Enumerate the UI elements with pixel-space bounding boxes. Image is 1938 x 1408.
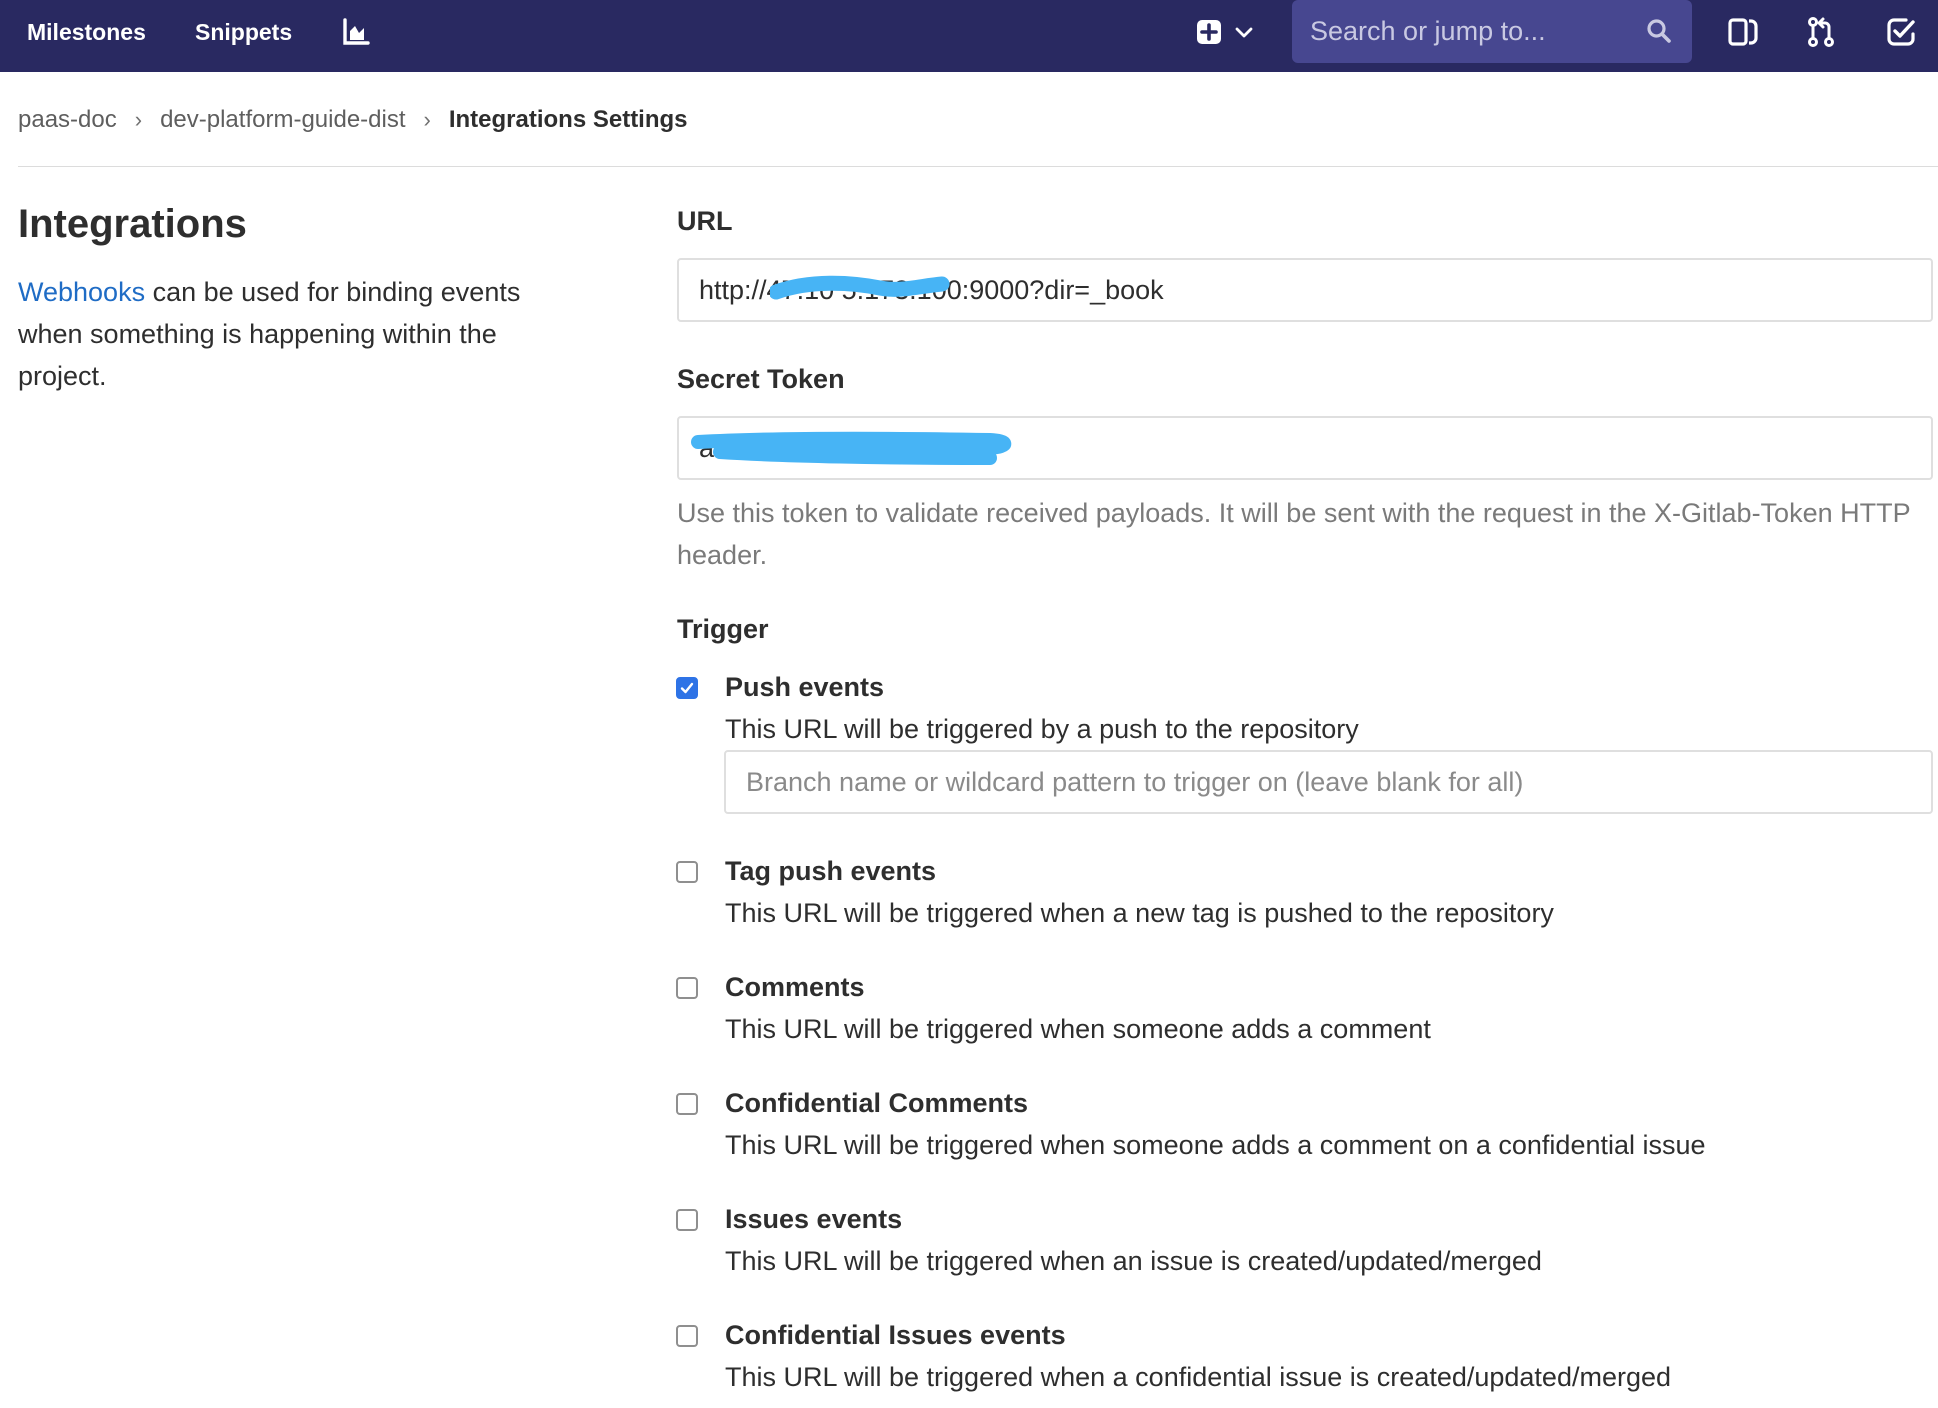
nav-link-snippets[interactable]: Snippets (195, 0, 292, 64)
webhooks-link[interactable]: Webhooks (18, 277, 145, 307)
search-input[interactable] (1292, 0, 1650, 63)
issues-events-checkbox[interactable] (676, 1209, 698, 1231)
tag-push-events-label[interactable]: Tag push events (725, 856, 936, 887)
tag-push-events-checkbox[interactable] (676, 861, 698, 883)
search-icon[interactable] (1646, 18, 1672, 49)
todo-check-icon[interactable] (1886, 17, 1916, 47)
chevron-down-icon[interactable] (1235, 27, 1253, 39)
confidential-issues-events-description: This URL will be triggered when a confid… (725, 1362, 1672, 1392)
sidebar-panel-icon[interactable] (1728, 17, 1758, 47)
comments-checkbox[interactable] (676, 977, 698, 999)
push-events-label[interactable]: Push events (725, 672, 884, 703)
confidential-issues-events-label[interactable]: Confidential Issues events (725, 1320, 1066, 1351)
secret-token-input[interactable] (677, 416, 1933, 480)
confidential-comments-description: This URL will be triggered when someone … (725, 1130, 1706, 1160)
push-events-description: This URL will be triggered by a push to … (725, 714, 1359, 744)
merge-request-icon[interactable] (1806, 16, 1836, 48)
breadcrumb-item-project[interactable]: dev-platform-guide-dist (160, 106, 405, 134)
secret-token-help: Use this token to validate received payl… (677, 498, 1911, 570)
url-input[interactable] (677, 258, 1933, 322)
tag-push-events-description: This URL will be triggered when a new ta… (725, 898, 1554, 928)
top-navbar: Milestones Snippets (0, 0, 1938, 72)
nav-link-milestones[interactable]: Milestones (27, 0, 146, 64)
issues-events-label[interactable]: Issues events (725, 1204, 902, 1235)
confidential-comments-checkbox[interactable] (676, 1093, 698, 1115)
page-title: Integrations (18, 202, 247, 246)
comments-label[interactable]: Comments (725, 972, 865, 1003)
push-events-checkbox[interactable] (676, 677, 698, 699)
chart-icon[interactable] (342, 18, 370, 46)
url-label: URL (677, 206, 733, 236)
header-divider (18, 166, 1938, 167)
issues-events-description: This URL will be triggered when an issue… (725, 1246, 1542, 1276)
breadcrumb-item-group[interactable]: paas-doc (18, 106, 117, 134)
breadcrumb-separator: › (423, 107, 431, 132)
confidential-comments-label[interactable]: Confidential Comments (725, 1088, 1028, 1119)
search-box (1292, 0, 1692, 63)
branch-filter-input[interactable] (724, 750, 1933, 814)
plus-square-icon[interactable] (1196, 19, 1222, 45)
breadcrumb: paas-doc › dev-platform-guide-dist › Int… (18, 100, 688, 140)
comments-description: This URL will be triggered when someone … (725, 1014, 1431, 1044)
integrations-description: Webhooks can be used for binding events … (18, 271, 578, 397)
breadcrumb-separator: › (134, 107, 143, 132)
breadcrumb-current[interactable]: Integrations Settings (449, 106, 688, 134)
trigger-label: Trigger (677, 614, 769, 644)
secret-token-label: Secret Token (677, 364, 845, 394)
confidential-issues-events-checkbox[interactable] (676, 1325, 698, 1347)
